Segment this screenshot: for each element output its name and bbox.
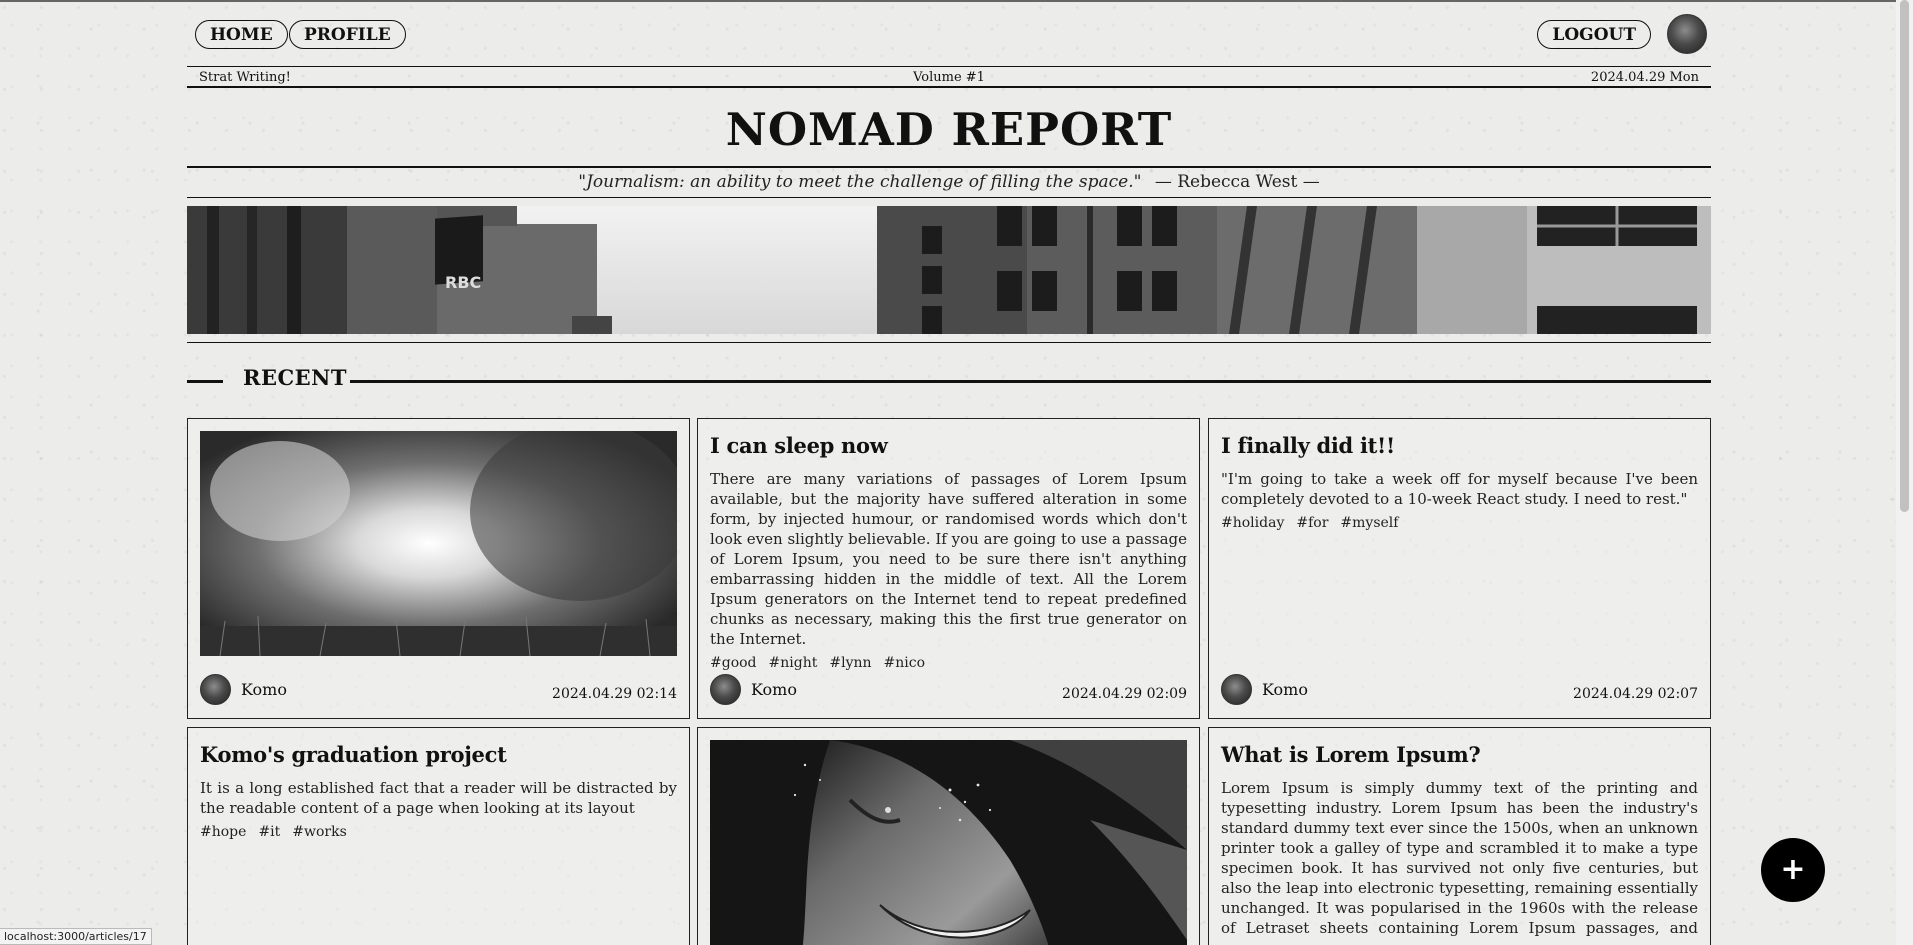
- tag[interactable]: #works: [292, 824, 347, 840]
- article-card[interactable]: I can sleep now There are many variation…: [697, 418, 1200, 719]
- user-avatar[interactable]: [1667, 14, 1707, 54]
- tag-list: #hope #it #works: [200, 824, 677, 840]
- banner-buildings-illustration: RBC: [187, 206, 1711, 334]
- tag[interactable]: #holiday: [1221, 515, 1284, 531]
- section-rule-left: [187, 380, 223, 383]
- current-date: 2024.04.29 Mon: [1590, 70, 1699, 85]
- author-avatar: [1221, 674, 1252, 705]
- masthead-title: NOMAD REPORT: [187, 88, 1711, 168]
- author-name: Komo: [1262, 680, 1308, 699]
- author-name: Komo: [241, 680, 287, 699]
- masthead-quote: "Journalism: an ability to meet the chal…: [187, 168, 1711, 198]
- quote-text: "Journalism: an ability to meet the chal…: [578, 172, 1142, 192]
- tag[interactable]: #nico: [884, 655, 926, 671]
- page-scrollbar[interactable]: [1896, 0, 1913, 945]
- article-card[interactable]: I finally did it!! "I'm going to take a …: [1208, 418, 1711, 719]
- article-excerpt: Lorem Ipsum is simply dummy text of the …: [1221, 779, 1698, 945]
- tag[interactable]: #night: [769, 655, 818, 671]
- tag[interactable]: #it: [258, 824, 280, 840]
- article-card[interactable]: What is Lorem Ipsum? Lorem Ipsum is simp…: [1208, 727, 1711, 945]
- article-title: I finally did it!!: [1221, 433, 1395, 458]
- author-avatar: [200, 674, 231, 705]
- top-nav: HOME PROFILE LOGOUT: [187, 0, 1711, 66]
- scrollbar-thumb[interactable]: [1900, 0, 1909, 512]
- card-footer: Komo 2024.04.29 02:09: [710, 674, 1187, 706]
- tag-list: #holiday #for #myself: [1221, 515, 1698, 531]
- article-title: Komo's graduation project: [200, 742, 507, 767]
- tag[interactable]: #good: [710, 655, 757, 671]
- author-name: Komo: [751, 680, 797, 699]
- tag-list: #good #night #lynn #nico: [710, 655, 1187, 671]
- article-title: What is Lorem Ipsum?: [1221, 742, 1481, 767]
- page-container: HOME PROFILE LOGOUT Strat Writing! Volum…: [187, 0, 1711, 945]
- logout-button[interactable]: LOGOUT: [1537, 20, 1651, 49]
- article-excerpt: "I'm going to take a week off for myself…: [1221, 470, 1698, 508]
- svg-text:RBC: RBC: [445, 273, 481, 292]
- card-footer: Komo 2024.04.29 02:14: [200, 674, 677, 706]
- tag[interactable]: #lynn: [829, 655, 871, 671]
- quote-attribution: — Rebecca West —: [1154, 172, 1320, 192]
- tag[interactable]: #for: [1296, 515, 1328, 531]
- banner-divider: [187, 334, 1711, 343]
- browser-status-url: localhost:3000/articles/17: [0, 928, 152, 945]
- article-card[interactable]: Komo 2024.04.29 02:14: [187, 418, 690, 719]
- banner-image: RBC: [187, 206, 1711, 334]
- section-title: RECENT: [243, 365, 348, 390]
- article-card[interactable]: Komo's graduation project It is a long e…: [187, 727, 690, 945]
- volume-label: Volume #1: [913, 70, 985, 85]
- author-avatar: [710, 674, 741, 705]
- tag[interactable]: #hope: [200, 824, 246, 840]
- start-writing-link[interactable]: Strat Writing!: [199, 68, 291, 87]
- article-thumbnail: [710, 740, 1187, 945]
- info-bar: Strat Writing! Volume #1 2024.04.29 Mon: [187, 66, 1711, 88]
- tag[interactable]: #myself: [1340, 515, 1398, 531]
- article-excerpt: It is a long established fact that a rea…: [200, 779, 677, 817]
- new-article-button[interactable]: +: [1761, 838, 1825, 902]
- article-title: I can sleep now: [710, 433, 888, 458]
- post-date: 2024.04.29 02:09: [1062, 686, 1187, 702]
- post-date: 2024.04.29 02:14: [552, 686, 677, 702]
- section-rule-right: [350, 380, 1711, 383]
- article-card[interactable]: [697, 727, 1200, 945]
- article-excerpt: There are many variations of passages of…: [710, 470, 1187, 648]
- card-footer: Komo 2024.04.29 02:07: [1221, 674, 1698, 706]
- home-button[interactable]: HOME: [195, 20, 288, 49]
- article-thumbnail: [200, 431, 677, 656]
- recent-section-header: RECENT: [187, 343, 1711, 415]
- profile-button[interactable]: PROFILE: [289, 20, 406, 49]
- post-date: 2024.04.29 02:07: [1573, 686, 1698, 702]
